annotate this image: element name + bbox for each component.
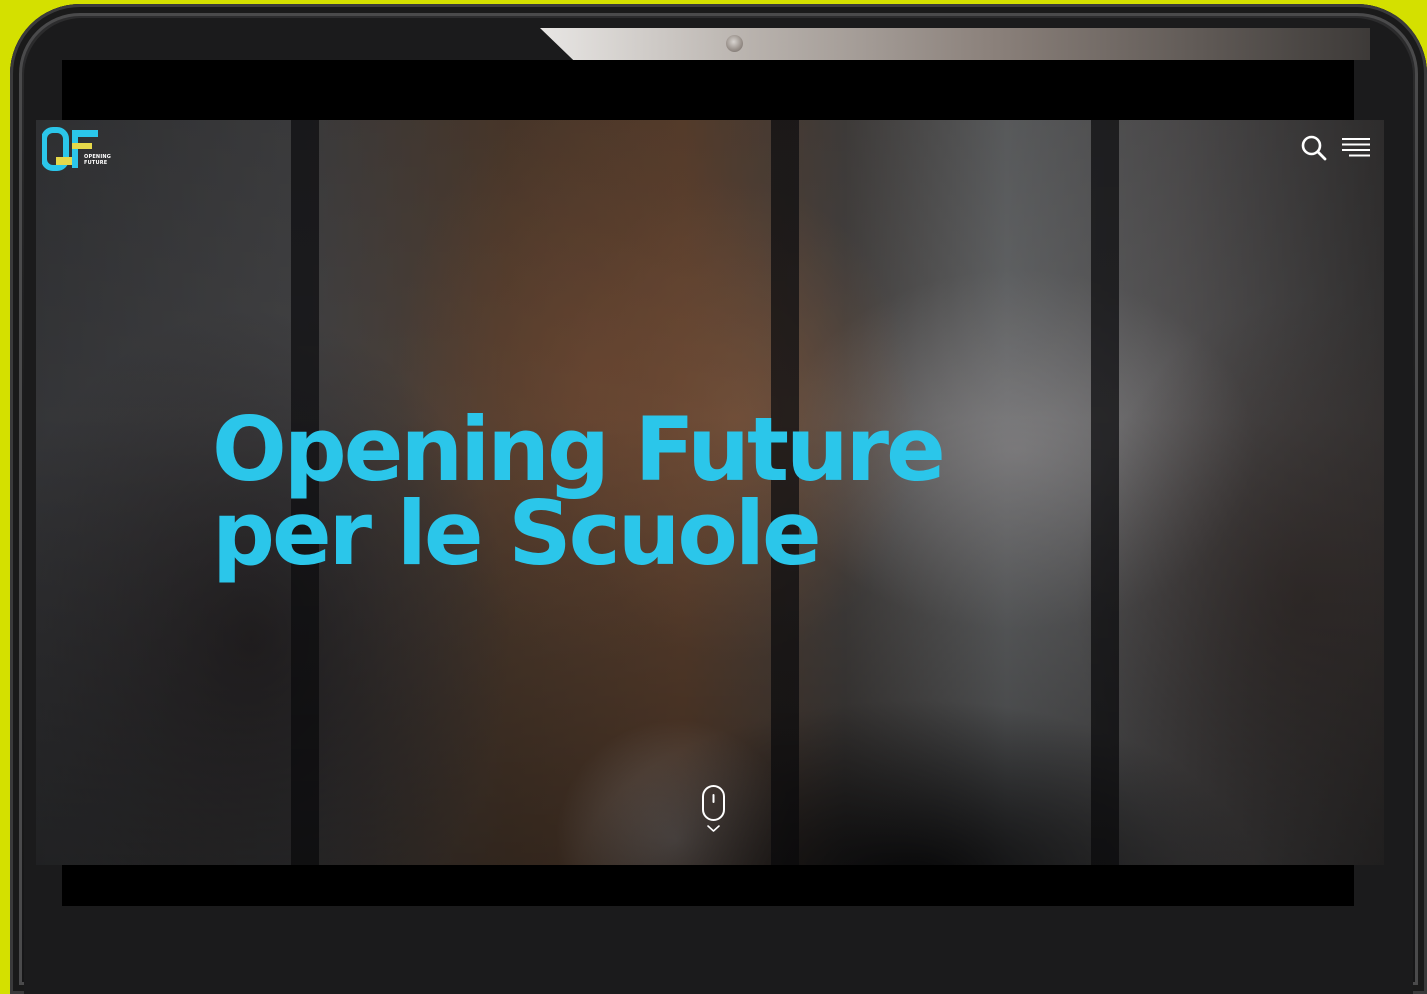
hamburger-menu-icon[interactable] <box>1341 136 1371 158</box>
logo-wordmark-line2: FUTURE <box>84 160 108 166</box>
header-actions <box>1300 134 1374 162</box>
camera-icon <box>726 35 743 52</box>
search-icon[interactable] <box>1300 134 1328 162</box>
mouse-scroll-icon[interactable] <box>700 784 728 838</box>
hero-title-line1: Opening Future <box>212 398 946 501</box>
logo-wordmark: OPENING FUTURE <box>84 154 111 166</box>
hero-title: Opening Future per le Scuole <box>212 398 946 585</box>
hero-title-line2: per le Scuole <box>212 482 822 585</box>
tablet-top-reflection <box>540 28 1370 60</box>
